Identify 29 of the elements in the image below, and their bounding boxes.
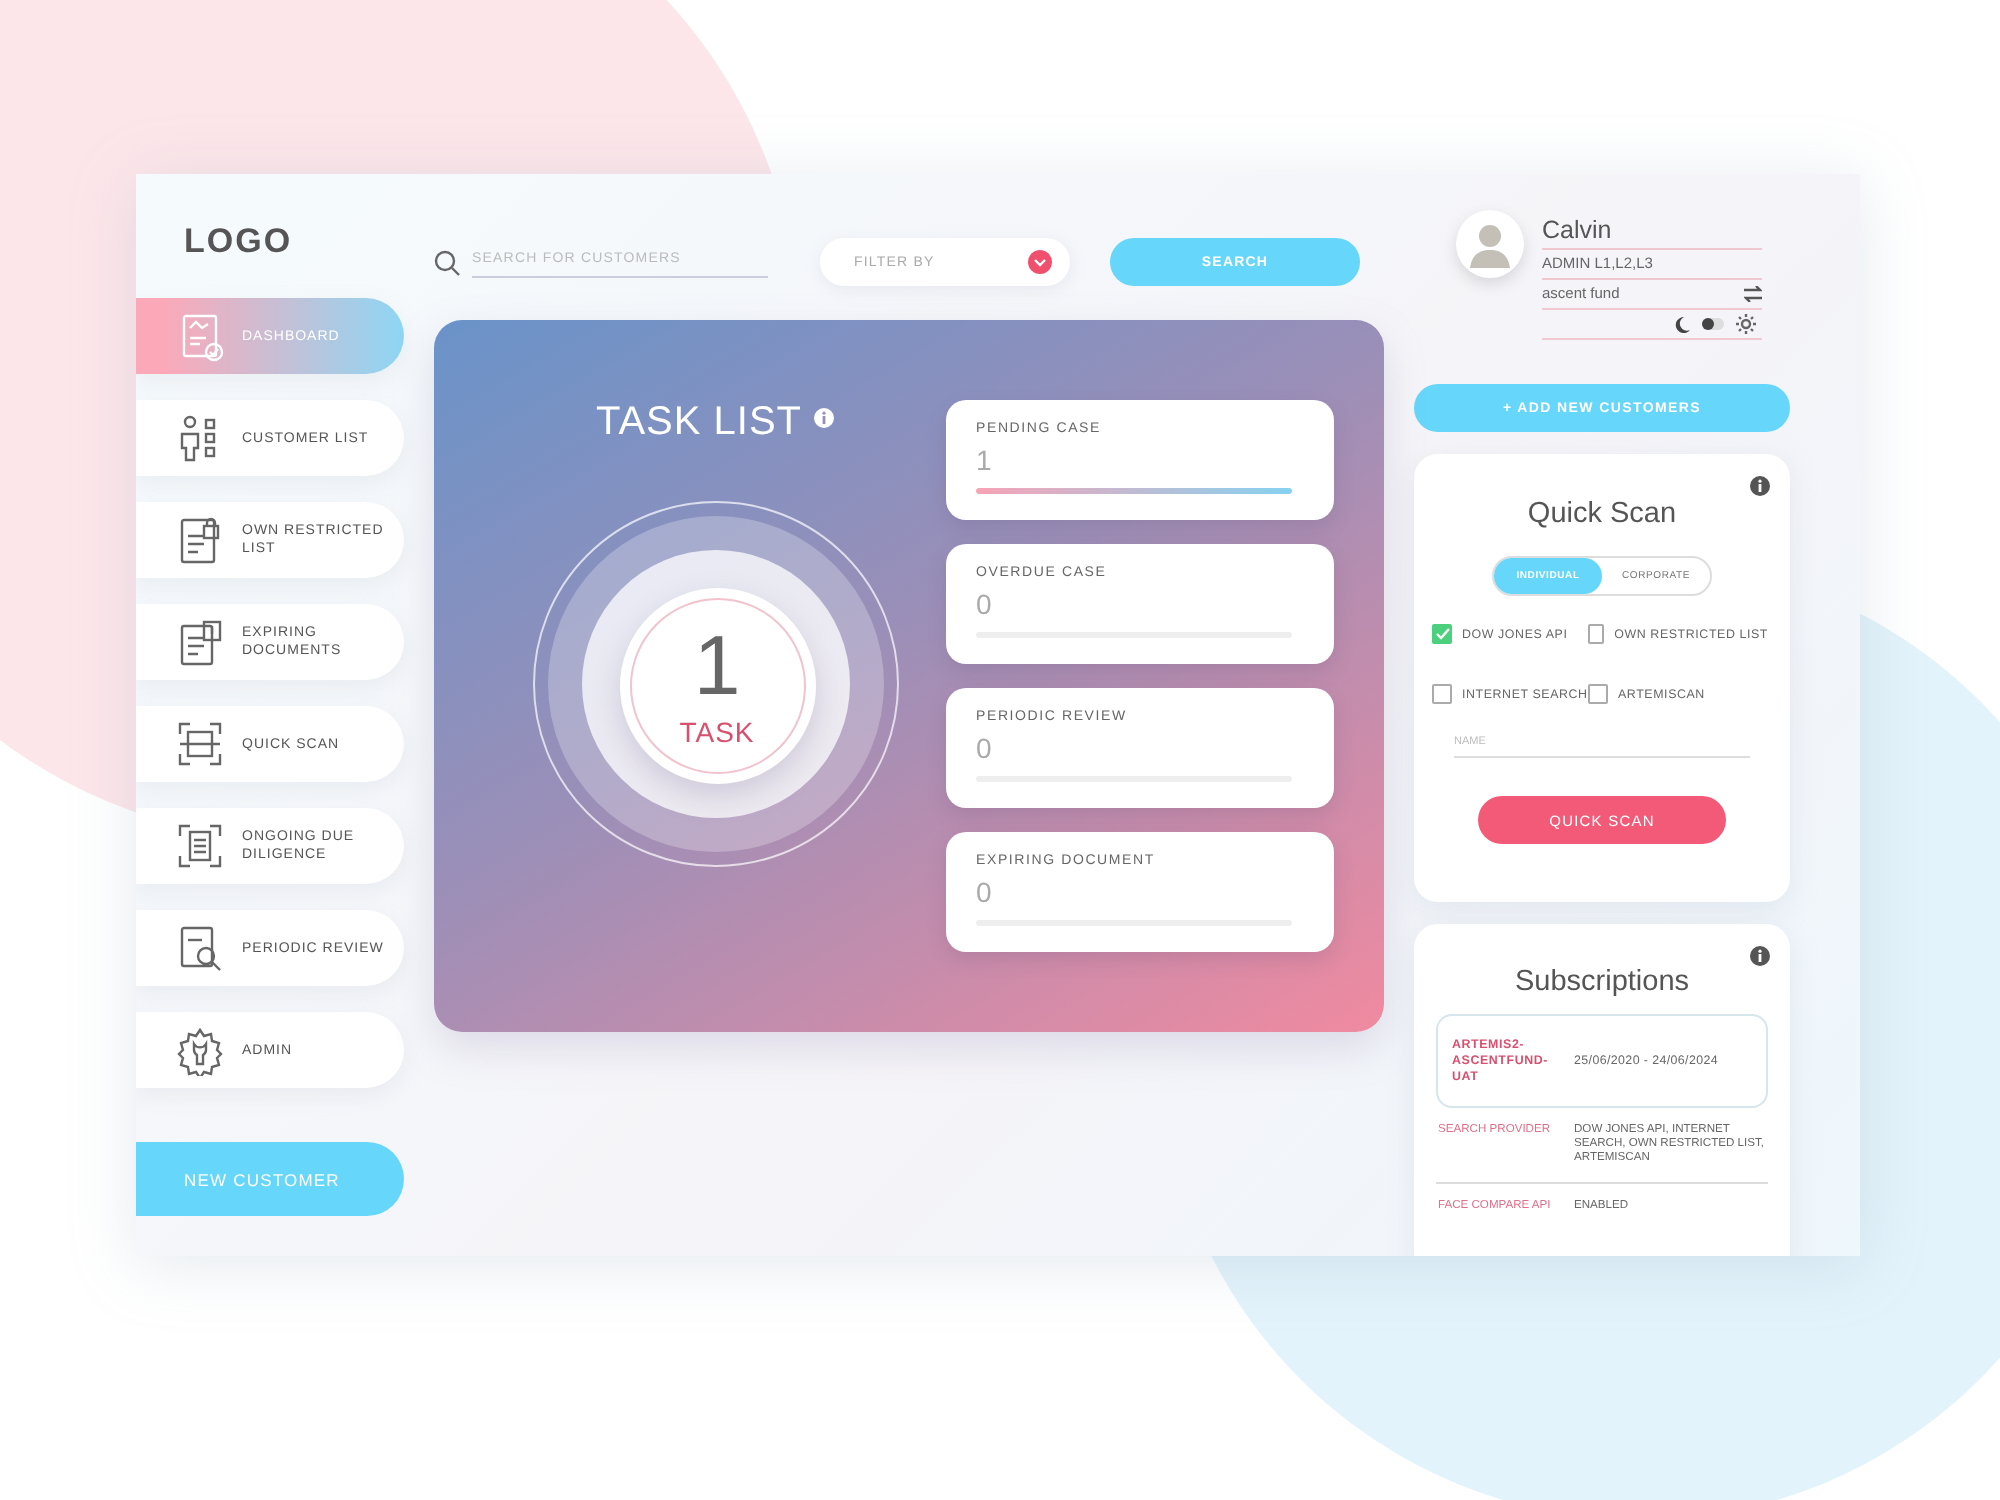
card-title: Subscriptions	[1514, 966, 1690, 998]
logo: LOGO	[184, 222, 293, 262]
sun-icon	[1736, 314, 1756, 334]
avatar-icon	[1456, 210, 1524, 278]
card-title: Quick Scan	[1527, 498, 1677, 530]
user-name: Calvin	[1542, 210, 1762, 250]
scan-frame-icon	[176, 719, 224, 769]
panel-title: TASK LIST	[595, 400, 803, 446]
card-value: 1	[976, 444, 992, 476]
check-icon	[1435, 628, 1449, 640]
moon-icon	[1674, 315, 1690, 333]
document-search-icon	[176, 923, 224, 973]
document-lock-icon	[176, 515, 224, 565]
checkbox[interactable]	[1432, 624, 1452, 644]
info-icon	[1750, 946, 1770, 966]
checkbox[interactable]	[1432, 684, 1452, 704]
checkbox[interactable]	[1588, 684, 1608, 704]
search-icon	[434, 249, 460, 275]
card-value: 0	[976, 876, 992, 908]
chevron-down-icon	[1028, 250, 1052, 274]
info-icon	[814, 408, 835, 428]
scan-document-icon	[176, 821, 224, 871]
checkbox[interactable]	[1588, 624, 1605, 644]
card-value: 0	[976, 732, 992, 764]
theme-toggle[interactable]	[1702, 318, 1724, 330]
card-value: 0	[976, 588, 992, 620]
info-icon	[1750, 476, 1770, 496]
swap-icon	[1744, 286, 1762, 302]
gear-icon	[176, 1025, 224, 1075]
